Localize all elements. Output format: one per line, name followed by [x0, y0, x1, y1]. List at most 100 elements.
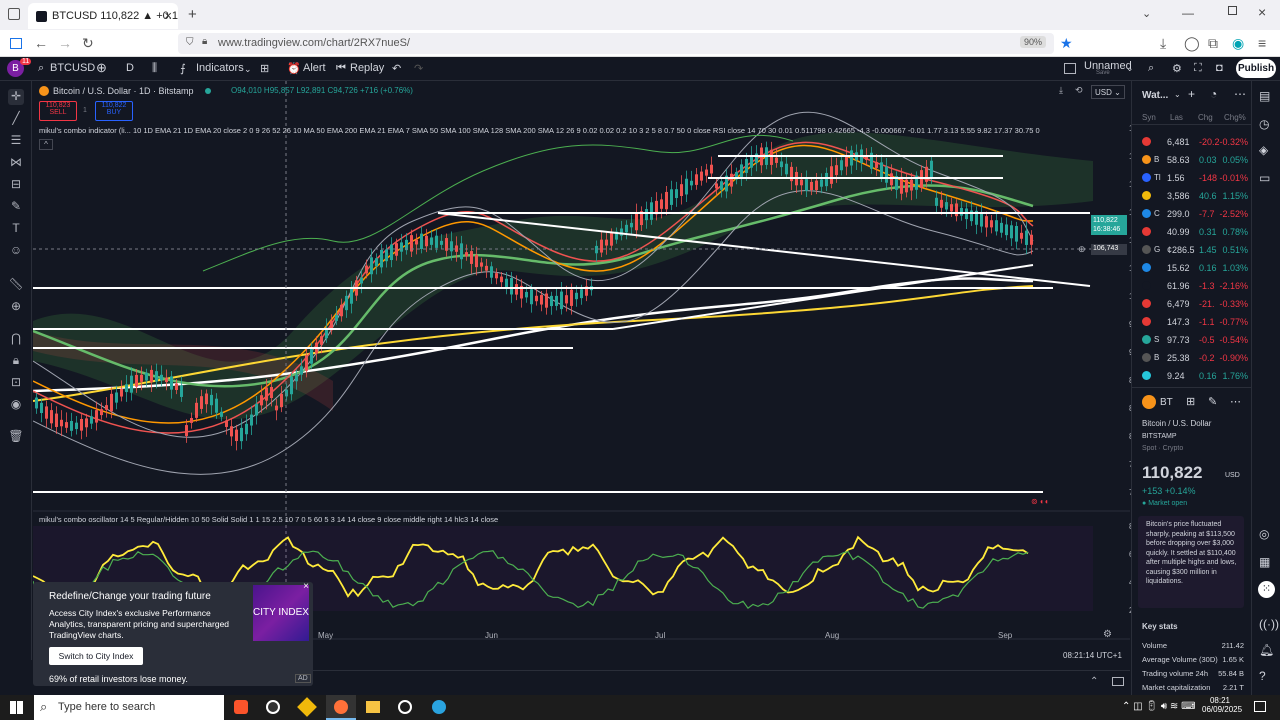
- watchlist-title[interactable]: Wat...: [1142, 90, 1168, 101]
- eye-icon[interactable]: ◉: [8, 397, 24, 413]
- chart-title[interactable]: Bitcoin / U.S. Dollar · 1D · Bitstamp: [53, 86, 194, 96]
- indicators-button[interactable]: Indicators: [196, 62, 244, 74]
- object-tree-icon[interactable]: ◈: [1259, 143, 1268, 157]
- col-symbol[interactable]: Syn: [1142, 113, 1156, 122]
- alert-button[interactable]: Alert: [303, 62, 326, 74]
- signal-icon[interactable]: ((·)): [1259, 617, 1279, 631]
- app-icon[interactable]: [266, 700, 280, 714]
- details-symbol[interactable]: BT: [1160, 397, 1173, 408]
- symbol-search-button[interactable]: BTCUSD: [50, 62, 95, 74]
- binance-icon[interactable]: [297, 697, 317, 717]
- switch-city-index-button[interactable]: Switch to City Index: [49, 647, 143, 665]
- watchlist-row[interactable]: 40.99 0.31 0.78%: [1132, 223, 1252, 241]
- lens-icon[interactable]: ◉: [1232, 35, 1244, 52]
- settings-gear-icon[interactable]: ⚙: [1172, 62, 1182, 75]
- telegram-icon[interactable]: [432, 700, 446, 714]
- back-icon[interactable]: ←: [34, 35, 48, 51]
- sidebar-toggle-icon[interactable]: [10, 38, 22, 49]
- chart-type-icon[interactable]: ⫼: [152, 62, 157, 75]
- system-tray-icons[interactable]: ⌃ ◫ 🔋︎ 🔊︎ ≋ ⌨: [1122, 701, 1196, 712]
- emoji-icon[interactable]: ☺: [8, 243, 24, 259]
- col-last[interactable]: Las: [1170, 113, 1183, 122]
- trendline-icon[interactable]: ╱: [8, 111, 24, 127]
- watchlist-row[interactable]: 9.24 0.16 1.76%: [1132, 367, 1252, 385]
- edit-icon[interactable]: ✎: [1208, 395, 1217, 408]
- forward-icon[interactable]: →: [58, 35, 72, 51]
- account-icon[interactable]: ◯: [1184, 35, 1200, 52]
- watchlist-row[interactable]: B 25.38 -0.2 -0.90%: [1132, 349, 1252, 367]
- watchlist-row[interactable]: 6,479 -21. -0.33%: [1132, 295, 1252, 313]
- watchlist-row[interactable]: 6,481 -20.2 -0.32%: [1132, 133, 1252, 151]
- clock-timezone[interactable]: 08:21:14 UTC+1: [1063, 651, 1122, 660]
- ruler-icon[interactable]: 📏︎: [8, 277, 24, 293]
- collapse-legend-icon[interactable]: ^: [39, 139, 53, 150]
- windows-start-icon[interactable]: [10, 701, 23, 714]
- oscillator-legend[interactable]: mikul's combo oscillator 14 5 Regular/Hi…: [39, 515, 1039, 524]
- watchlist-row[interactable]: S 97.73 -0.5 -0.54%: [1132, 331, 1252, 349]
- chart-area[interactable]: Bitcoin / U.S. Dollar · 1D · Bitstamp O9…: [33, 81, 1158, 660]
- layout-grid-icon[interactable]: ⊞: [260, 62, 269, 75]
- fib-retracement-icon[interactable]: ☰: [8, 133, 24, 149]
- col-chgpct[interactable]: Chg%: [1224, 113, 1246, 122]
- apps-grid-icon[interactable]: ⁙: [1258, 581, 1275, 598]
- watchlist-row[interactable]: B 58.63 0.03 0.05%: [1132, 151, 1252, 169]
- target-icon[interactable]: ◎: [1259, 527, 1269, 541]
- grid-icon[interactable]: ⊞: [1186, 395, 1195, 408]
- bell-icon[interactable]: 🔔︎: [1259, 643, 1274, 657]
- chat-icon[interactable]: ▭: [1259, 171, 1270, 185]
- sell-button[interactable]: 110,823 SELL: [39, 101, 77, 121]
- tab-list-chevron-icon[interactable]: ⌄: [1142, 7, 1151, 20]
- chart-sync-icon[interactable]: ⟲: [1075, 85, 1083, 96]
- trash-icon[interactable]: 🗑︎: [8, 429, 24, 445]
- redo-icon[interactable]: ↷: [414, 62, 423, 75]
- app-icon[interactable]: [398, 700, 412, 714]
- more-icon[interactable]: ⋯: [1230, 395, 1241, 408]
- watchlist-chevron-icon[interactable]: ⌄: [1174, 90, 1181, 99]
- replay-button[interactable]: Replay: [350, 62, 384, 74]
- maximize-panel-icon[interactable]: [1112, 677, 1124, 686]
- watchlist-row[interactable]: 3,586 40.6 1.15%: [1132, 187, 1252, 205]
- dropdown-chevron-icon[interactable]: ⌄: [244, 64, 252, 75]
- ad-banner[interactable]: Redefine/Change your trading future Acce…: [33, 582, 313, 686]
- compare-symbol-icon[interactable]: ⊕: [96, 60, 107, 76]
- pattern-icon[interactable]: ⋈: [8, 155, 24, 171]
- col-chg[interactable]: Chg: [1198, 113, 1213, 122]
- watchlist-row[interactable]: 147.3 -1.1 -0.77%: [1132, 313, 1252, 331]
- watchlist-row[interactable]: 61.96 -1.3 -2.16%: [1132, 277, 1252, 295]
- maximize-icon[interactable]: [1228, 6, 1237, 15]
- new-tab-icon[interactable]: +: [188, 6, 197, 23]
- economic-events-icon[interactable]: ⊚ ◐◐: [1031, 497, 1063, 507]
- calendar-icon[interactable]: ▦: [1259, 555, 1270, 569]
- add-alert-icon[interactable]: ⊕: [1078, 244, 1086, 255]
- more-icon[interactable]: ⋯: [1234, 87, 1246, 101]
- search-icon[interactable]: ⌕: [38, 62, 44, 75]
- time-axis-settings-icon[interactable]: ⚙: [1103, 629, 1112, 640]
- close-window-icon[interactable]: ×: [1258, 4, 1266, 20]
- indicator-legend[interactable]: mikul's combo indicator (li... 10 1D EMA…: [39, 126, 1079, 135]
- help-icon[interactable]: ?: [1259, 669, 1266, 683]
- undo-icon[interactable]: ↶: [392, 62, 401, 75]
- scroll-down-icon[interactable]: ⤓: [1059, 85, 1063, 96]
- zoom-level[interactable]: 90%: [1019, 36, 1046, 48]
- layout-chevron-icon[interactable]: ⌄: [1126, 63, 1134, 74]
- bookmark-star-icon[interactable]: ★: [1060, 35, 1073, 52]
- magnet-icon[interactable]: ⋂: [8, 331, 24, 347]
- snapshot-camera-icon[interactable]: ◘: [1216, 62, 1223, 74]
- add-symbol-icon[interactable]: +: [1188, 87, 1195, 101]
- file-explorer-icon[interactable]: [366, 701, 380, 713]
- lock-drawings-icon[interactable]: 🔒︎: [8, 353, 24, 369]
- taskbar-search-input[interactable]: ⌕ Type here to search: [34, 695, 224, 720]
- collapse-panel-icon[interactable]: ⌃: [1090, 676, 1098, 687]
- browser-tab[interactable]: BTCUSD 110,822 ▲ +0.14% Un ×: [28, 3, 178, 29]
- menu-icon[interactable]: ≡: [1258, 35, 1266, 51]
- firefox-taskbar-button[interactable]: [326, 695, 356, 720]
- zoom-in-icon[interactable]: ⊕: [8, 299, 24, 315]
- watchlist-icon[interactable]: ▤: [1259, 89, 1270, 103]
- watchlist-row[interactable]: Tl 1.56 -148 -0.01%: [1132, 169, 1252, 187]
- tab-overview-icon[interactable]: [8, 8, 20, 20]
- buy-button[interactable]: 110,822 BUY: [95, 101, 133, 121]
- minimize-icon[interactable]: —: [1182, 6, 1194, 20]
- fullscreen-icon[interactable]: ⛶: [1194, 62, 1202, 75]
- brave-icon[interactable]: [234, 700, 248, 714]
- watchlist-row[interactable]: 15.62 0.16 1.03%: [1132, 259, 1252, 277]
